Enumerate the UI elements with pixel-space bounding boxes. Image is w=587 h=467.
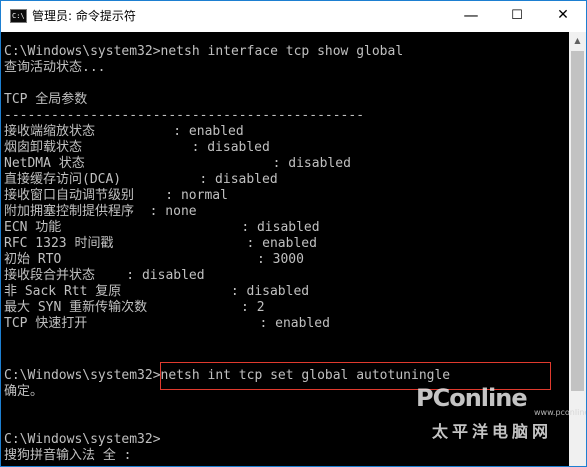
pconline-watermark-logo: PConline www.pconline.com.cn 太平洋电脑网 — [412, 376, 586, 466]
console-line: RFC 1323 时间戳 : enabled — [4, 236, 317, 251]
ime-status-line: 搜狗拼音输入法 全 : — [4, 448, 132, 463]
console-line: 烟囱卸载状态 : disabled — [4, 140, 270, 155]
watermark-chinese: 太平洋电脑网 — [432, 422, 553, 441]
watermark-domain: www.pconline.com.cn — [534, 408, 586, 417]
console-line: ----------------------------------------… — [4, 108, 365, 123]
title-bar[interactable]: C:\ 管理员: 命令提示符 — ☐ ✕ — [1, 1, 586, 32]
console-line: 接收端缩放状态 : enabled — [4, 124, 244, 139]
console-line: TCP 快速打开 : enabled — [4, 316, 330, 331]
console-prompt: C:\Windows\system32> — [4, 432, 161, 447]
minimize-button[interactable]: — — [448, 1, 494, 32]
console-line: 初始 RTO : 3000 — [4, 252, 304, 267]
watermark-brand: PConline — [416, 384, 528, 412]
console-line: 接收段合并状态 : disabled — [4, 268, 205, 283]
console-line: NetDMA 状态 : disabled — [4, 156, 351, 171]
console-line: 查询活动状态... — [4, 60, 106, 75]
close-button[interactable]: ✕ — [540, 1, 586, 32]
console-line: 确定。 — [4, 384, 44, 399]
scroll-up-arrow-icon[interactable]: ▲ — [569, 32, 586, 49]
console-line: 附加拥塞控制提供程序 : none — [4, 204, 197, 219]
console-line: ECN 功能 : disabled — [4, 220, 320, 235]
window-title: 管理员: 命令提示符 — [32, 9, 136, 23]
console-line: 接收窗口自动调节级别 : normal — [4, 188, 228, 203]
console-line: 非 Sack Rtt 复原 : disabled — [4, 284, 310, 299]
maximize-button[interactable]: ☐ — [494, 1, 540, 32]
console-line: 直接缓存访问(DCA) : disabled — [4, 172, 278, 187]
console-line: C:\Windows\system32>netsh interface tcp … — [4, 44, 404, 59]
scrollbar-thumb[interactable] — [571, 51, 584, 391]
console-line: 最大 SYN 重新传输次数 : 2 — [4, 300, 265, 315]
cmd-icon: C:\ — [10, 9, 27, 23]
console-line: TCP 全局参数 — [4, 92, 88, 107]
console-window: C:\ 管理员: 命令提示符 — ☐ ✕ C:\Windows\system32… — [0, 0, 587, 467]
